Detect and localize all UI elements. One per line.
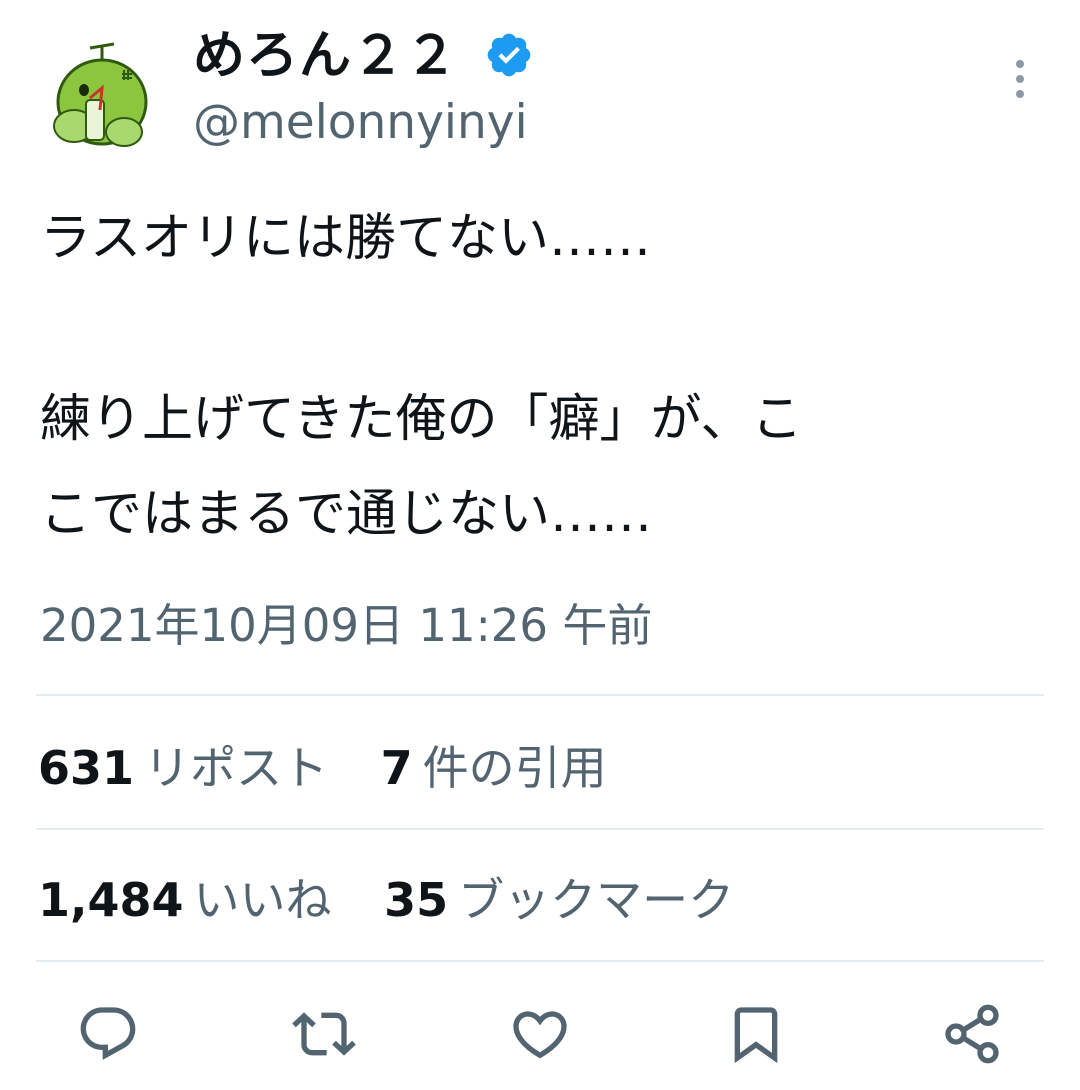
more-options-icon[interactable] — [1002, 58, 1038, 102]
repost-count: 631 — [38, 741, 135, 795]
verified-badge-icon — [484, 30, 534, 80]
bookmark-label: ブックマーク — [458, 873, 735, 927]
repost-count-stat[interactable]: 631 リポスト — [38, 738, 328, 798]
stats-row-likes: 1,484 いいね 35 ブックマーク — [38, 870, 772, 930]
avatar[interactable] — [44, 40, 162, 158]
divider — [36, 828, 1044, 830]
like-icon[interactable] — [508, 1002, 572, 1066]
bookmark-count: 35 — [384, 873, 449, 927]
like-count: 1,484 — [38, 873, 184, 927]
tweet-text-line: ラスオリには勝てない…… — [40, 209, 651, 268]
bookmark-icon[interactable] — [724, 1002, 788, 1066]
reply-icon[interactable] — [76, 1002, 140, 1066]
like-label: いいね — [193, 873, 332, 927]
tweet-text-line: 練り上げてきた俺の「癖」が、こ — [40, 390, 803, 449]
melon-character-avatar-icon — [44, 40, 162, 158]
like-count-stat[interactable]: 1,484 いいね — [38, 870, 332, 930]
quote-label: 件の引用 — [422, 741, 607, 795]
display-name[interactable]: めろん２２ — [193, 24, 458, 88]
stats-row-reposts: 631 リポスト 7 件の引用 — [38, 738, 645, 798]
divider — [36, 694, 1044, 696]
divider — [36, 960, 1044, 962]
user-handle[interactable]: @melonnyinyi — [193, 92, 528, 154]
tweet-timestamp[interactable]: 2021年10月09日 11:26 午前 — [40, 596, 652, 656]
share-icon[interactable] — [940, 1002, 1004, 1066]
quote-count: 7 — [380, 741, 413, 795]
repost-label: リポスト — [144, 741, 329, 795]
tweet-text-line: こではまるで通じない…… — [40, 485, 653, 544]
quote-count-stat[interactable]: 7 件の引用 — [381, 738, 607, 798]
repost-icon[interactable] — [292, 1002, 356, 1066]
bookmark-count-stat[interactable]: 35 ブックマーク — [384, 870, 734, 930]
